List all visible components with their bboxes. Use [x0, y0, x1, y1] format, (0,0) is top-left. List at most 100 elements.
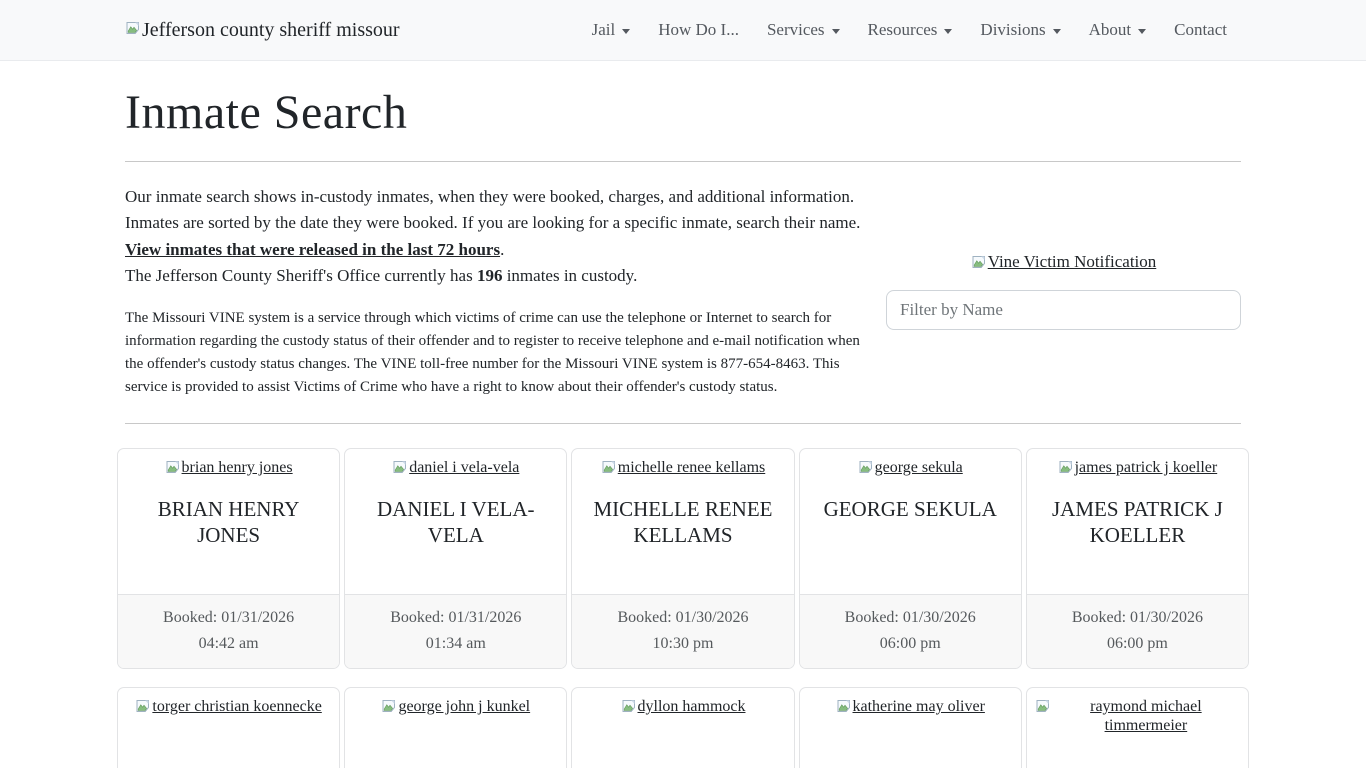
- inmate-card-footer: Booked: 01/30/2026 06:00 pm: [800, 594, 1021, 668]
- brand-logo-link[interactable]: Jefferson county sheriff missour: [125, 18, 400, 42]
- inmate-card-footer: Booked: 01/31/2026 04:42 am: [118, 594, 339, 668]
- broken-image-icon: [392, 459, 408, 475]
- broken-image-icon: [971, 254, 987, 270]
- nav-item-label: Jail: [592, 20, 616, 40]
- inmate-card: daniel i vela-vela DANIEL I VELA-VELA Bo…: [344, 448, 567, 669]
- inmate-photo-alt-text: brian henry jones: [182, 458, 293, 477]
- title-divider: [125, 161, 1241, 162]
- top-navbar: Jefferson county sheriff missour Jail Ho…: [0, 0, 1366, 61]
- inmate-photo-alt-text: george sekula: [875, 458, 963, 477]
- inmate-card-footer: Booked: 01/30/2026 06:00 pm: [1027, 594, 1248, 668]
- nav-item[interactable]: How Do I...: [644, 12, 753, 48]
- inmate-card: george sekula GEORGE SEKULA Booked: 01/3…: [799, 448, 1022, 669]
- nav-item[interactable]: Contact: [1160, 12, 1241, 48]
- inmate-photo-link[interactable]: james patrick j koeller: [1058, 458, 1218, 477]
- inmate-card: katherine may oliver: [799, 687, 1022, 768]
- booked-date: Booked: 01/30/2026: [576, 605, 789, 631]
- inmate-photo-alt-text: daniel i vela-vela: [409, 458, 519, 477]
- intro-paragraph: Our inmate search shows in-custody inmat…: [125, 184, 869, 237]
- inmate-card: michelle renee kellams MICHELLE RENEE KE…: [571, 448, 794, 669]
- inmate-card-body: raymond michael timmermeier: [1027, 688, 1248, 768]
- booked-date: Booked: 01/31/2026: [349, 605, 562, 631]
- inmate-photo-link[interactable]: katherine may oliver: [836, 697, 985, 716]
- custody-count: 196: [477, 266, 503, 285]
- inmate-photo-link[interactable]: george john j kunkel: [381, 697, 530, 716]
- inmate-card-body: torger christian koennecke: [118, 688, 339, 768]
- inmate-card: james patrick j koeller JAMES PATRICK J …: [1026, 448, 1249, 669]
- inmate-photo-alt-text: torger christian koennecke: [152, 697, 321, 716]
- inmate-photo-link[interactable]: daniel i vela-vela: [392, 458, 519, 477]
- broken-image-icon: [381, 698, 397, 714]
- inmate-photo-link[interactable]: raymond michael timmermeier: [1035, 697, 1240, 735]
- inmate-card-body: daniel i vela-vela DANIEL I VELA-VELA: [345, 449, 566, 594]
- inmate-photo-link[interactable]: michelle renee kellams: [601, 458, 765, 477]
- caret-down-icon: [1138, 29, 1146, 34]
- broken-image-icon: [1058, 459, 1074, 475]
- booked-time: 06:00 pm: [804, 631, 1017, 657]
- nav-item-label: Contact: [1174, 20, 1227, 40]
- nav-item[interactable]: Jail: [578, 12, 645, 48]
- filter-by-name-input[interactable]: [886, 290, 1241, 330]
- caret-down-icon: [832, 29, 840, 34]
- main-nav: Jail How Do I... Services Resources Divi…: [578, 12, 1241, 48]
- caret-down-icon: [944, 29, 952, 34]
- nav-item-label: Resources: [868, 20, 938, 40]
- inmate-card-body: katherine may oliver: [800, 688, 1021, 768]
- nav-item[interactable]: About: [1075, 12, 1161, 48]
- inmate-card: brian henry jones BRIAN HENRY JONES Book…: [117, 448, 340, 669]
- inmate-name: BRIAN HENRY JONES: [126, 496, 331, 548]
- booked-date: Booked: 01/30/2026: [1031, 605, 1244, 631]
- inmate-photo-alt-text: raymond michael timmermeier: [1052, 697, 1240, 735]
- inmate-card-body: george sekula GEORGE SEKULA: [800, 449, 1021, 594]
- nav-item[interactable]: Resources: [854, 12, 967, 48]
- inmate-card-body: michelle renee kellams MICHELLE RENEE KE…: [572, 449, 793, 594]
- inmate-card-body: dyllon hammock: [572, 688, 793, 768]
- broken-image-icon: [601, 459, 617, 475]
- broken-image-icon: [621, 698, 637, 714]
- booked-time: 04:42 am: [122, 631, 335, 657]
- broken-image-icon: [1035, 698, 1051, 714]
- inmate-photo-alt-text: katherine may oliver: [853, 697, 985, 716]
- released-inmates-link[interactable]: View inmates that were released in the l…: [125, 240, 500, 259]
- inmate-card: george john j kunkel: [344, 687, 567, 768]
- page-title: Inmate Search: [125, 87, 1241, 140]
- caret-down-icon: [622, 29, 630, 34]
- inmate-card: raymond michael timmermeier: [1026, 687, 1249, 768]
- released-link-suffix: .: [500, 240, 504, 259]
- broken-image-icon: [125, 20, 141, 36]
- custody-count-line: The Jefferson County Sheriff's Office cu…: [125, 263, 869, 290]
- booked-time: 01:34 am: [349, 631, 562, 657]
- inmate-photo-alt-text: michelle renee kellams: [618, 458, 765, 477]
- nav-item-label: Services: [767, 20, 825, 40]
- nav-item[interactable]: Services: [753, 12, 854, 48]
- booked-time: 10:30 pm: [576, 631, 789, 657]
- broken-image-icon: [836, 698, 852, 714]
- inmate-photo-link[interactable]: george sekula: [858, 458, 963, 477]
- inmate-card-grid: brian henry jones BRIAN HENRY JONES Book…: [117, 448, 1249, 768]
- inmate-card: dyllon hammock: [571, 687, 794, 768]
- nav-item-label: About: [1089, 20, 1132, 40]
- vine-notification-link[interactable]: Vine Victim Notification: [971, 252, 1157, 272]
- booked-date: Booked: 01/31/2026: [122, 605, 335, 631]
- caret-down-icon: [1053, 29, 1061, 34]
- inmate-photo-alt-text: dyllon hammock: [638, 697, 746, 716]
- broken-image-icon: [858, 459, 874, 475]
- inmate-card: torger christian koennecke: [117, 687, 340, 768]
- inmate-name: JAMES PATRICK J KOELLER: [1035, 496, 1240, 548]
- inmate-card-footer: Booked: 01/30/2026 10:30 pm: [572, 594, 793, 668]
- nav-item[interactable]: Divisions: [966, 12, 1074, 48]
- inmate-name: GEORGE SEKULA: [808, 496, 1013, 522]
- inmate-photo-alt-text: james patrick j koeller: [1075, 458, 1218, 477]
- vine-paragraph: The Missouri VINE system is a service th…: [125, 307, 869, 399]
- inmate-photo-link[interactable]: torger christian koennecke: [135, 697, 321, 716]
- vine-link-alt-text: Vine Victim Notification: [988, 252, 1157, 272]
- inmate-card-body: brian henry jones BRIAN HENRY JONES: [118, 449, 339, 594]
- custody-suffix: inmates in custody.: [502, 266, 637, 285]
- custody-prefix: The Jefferson County Sheriff's Office cu…: [125, 266, 477, 285]
- booked-date: Booked: 01/30/2026: [804, 605, 1017, 631]
- inmate-card-body: george john j kunkel: [345, 688, 566, 768]
- inmate-photo-link[interactable]: brian henry jones: [165, 458, 293, 477]
- inmate-photo-link[interactable]: dyllon hammock: [621, 697, 746, 716]
- inmate-photo-alt-text: george john j kunkel: [398, 697, 530, 716]
- main-content: Inmate Search Our inmate search shows in…: [113, 87, 1253, 768]
